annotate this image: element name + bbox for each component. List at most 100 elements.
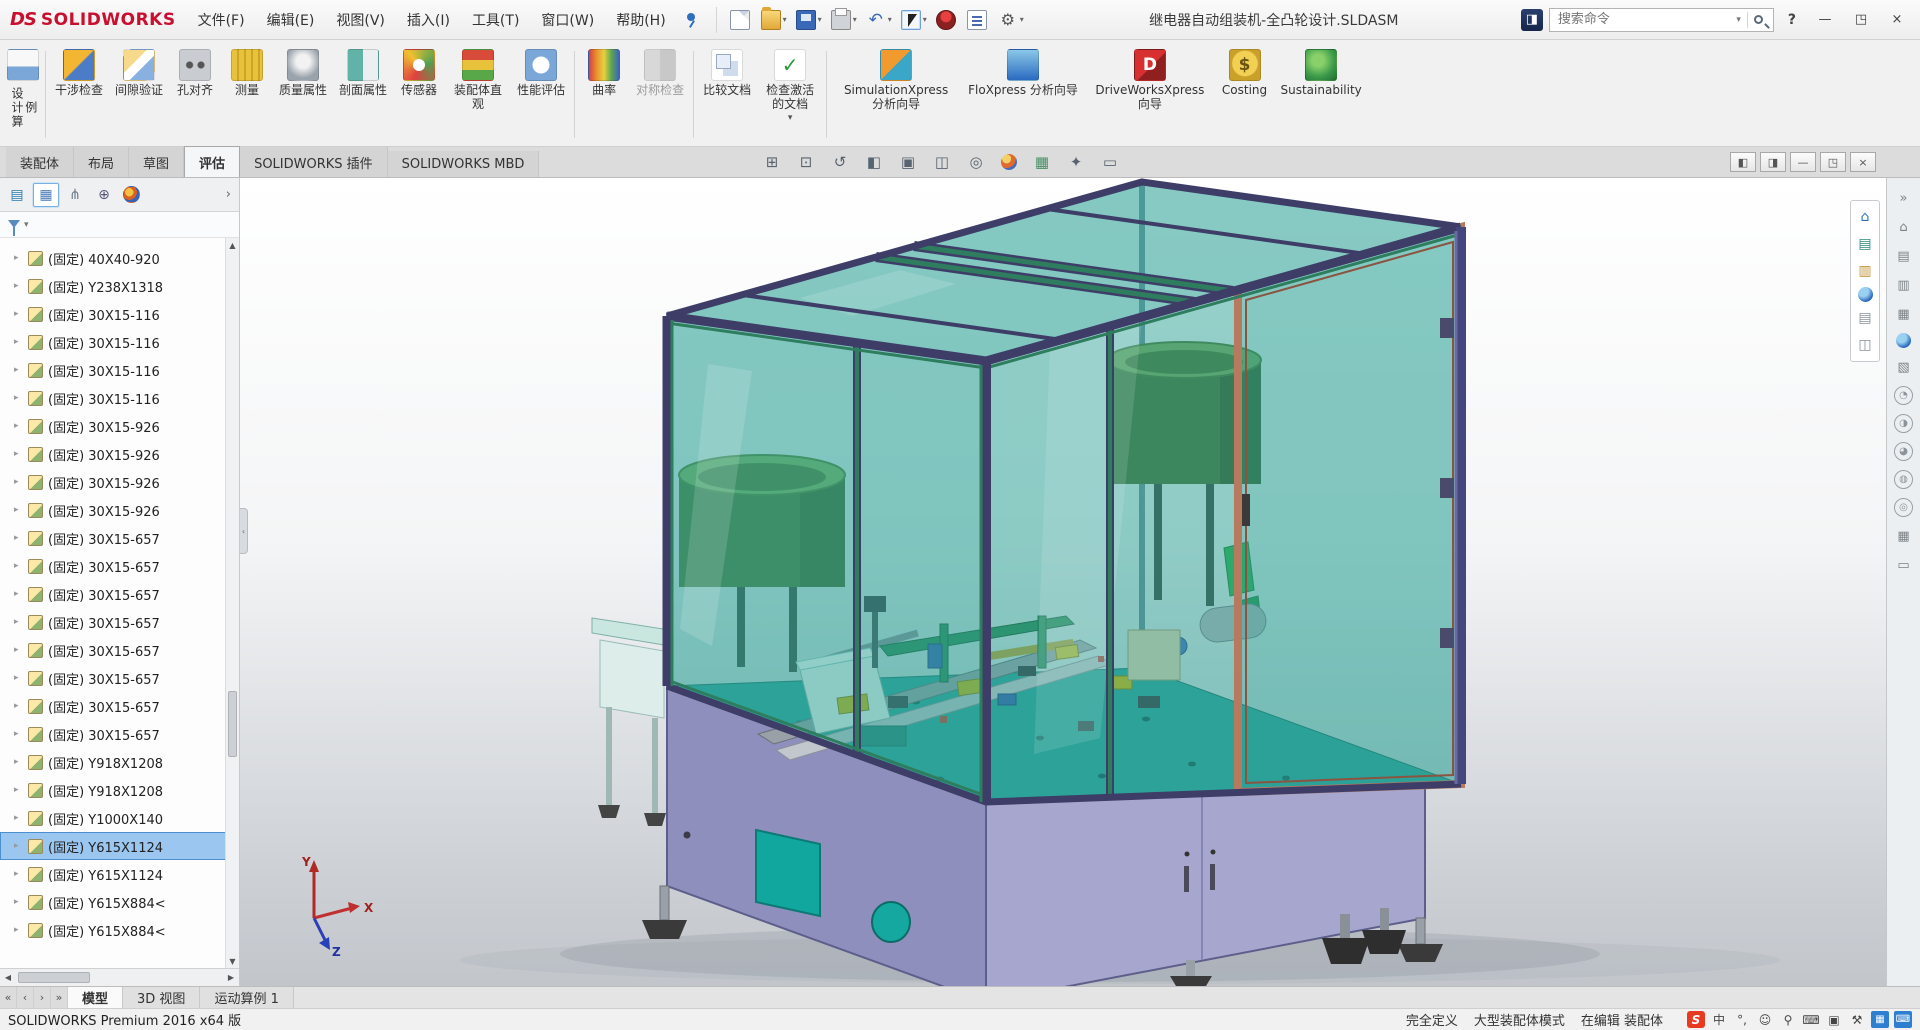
expand-arrow-icon[interactable] [14,897,23,907]
tree-item[interactable]: (固定) Y1000X140 [0,804,239,832]
tree-item[interactable]: (固定) 30X15-926 [0,412,239,440]
expand-arrow-icon[interactable] [14,589,23,599]
view-orientation-icon[interactable]: ▣ [896,151,920,173]
tree-item[interactable]: (固定) 30X15-116 [0,328,239,356]
interference-detection-button[interactable]: 干涉检查 [49,43,109,146]
document-tab[interactable]: 运动算例 1 [200,987,294,1008]
menu-item[interactable]: 插入(I) [397,6,460,34]
expand-arrow-icon[interactable] [14,533,23,543]
file-explorer-icon[interactable]: ▥ [1854,260,1876,282]
custom-properties-icon[interactable]: ▤ [1854,307,1876,329]
tree-item[interactable]: (固定) 30X15-926 [0,496,239,524]
curvature-button[interactable]: 曲率 [578,43,630,146]
menu-item[interactable]: 文件(F) [188,6,255,34]
side-table[interactable] [591,617,671,826]
assembly-visualization-button[interactable]: 装配体直观 [445,43,511,146]
ime-toolbox-icon[interactable]: ⚒ [1848,1011,1866,1028]
filter-caret-icon[interactable]: ▾ [24,220,29,230]
document-close-button[interactable]: × [1850,152,1876,172]
touch-keyboard-icon[interactable]: ⌨ [1894,1011,1912,1028]
view-palette-icon[interactable]: ▦ [1894,304,1914,324]
help-button[interactable]: ? [1780,10,1804,30]
clearance-verification-button[interactable]: 间隙验证 [109,43,169,146]
expand-arrow-icon[interactable] [14,617,23,627]
expand-arrow-icon[interactable] [14,841,23,851]
menu-item[interactable]: 视图(V) [326,6,395,34]
tree-item[interactable]: (固定) Y615X1124 [0,860,239,888]
ribbon-separator[interactable] [826,51,828,138]
tree-item[interactable]: (固定) Y615X884< [0,888,239,916]
tree-item[interactable]: (固定) 30X15-657 [0,524,239,552]
displaymanager-tab[interactable]: ● [123,186,140,203]
hole-alignment-button[interactable]: 孔对齐 [169,43,221,146]
pane-tool-icon[interactable]: ◍ [1894,470,1913,489]
section-view-icon[interactable]: ◧ [862,151,886,173]
print-button[interactable]: ▾ [828,7,860,33]
expand-arrow-icon[interactable] [14,337,23,347]
expand-arrow-icon[interactable] [14,813,23,823]
tree-item[interactable]: (固定) 30X15-657 [0,636,239,664]
tree-item[interactable]: (固定) 30X15-657 [0,552,239,580]
tray-panel-icon[interactable]: ▦ [1871,1011,1889,1028]
app-restore-button[interactable]: ◳ [1846,8,1876,32]
commandmanager-tab[interactable]: 草图 [129,147,185,177]
mass-properties-button[interactable]: 质量属性 [273,43,333,146]
search-input[interactable] [1555,11,1731,28]
expand-arrow-icon[interactable] [14,309,23,319]
expand-arrow-icon[interactable] [14,393,23,403]
apply-scene-icon[interactable]: ▦ [1030,151,1054,173]
ribbon-separator[interactable] [45,51,46,138]
tree-item[interactable]: (固定) 30X15-116 [0,384,239,412]
tree-item[interactable]: (固定) 30X15-657 [0,580,239,608]
search-icon[interactable] [1753,15,1763,24]
expand-arrow-icon[interactable] [14,505,23,515]
file-properties-button[interactable] [964,7,992,33]
design-library-icon[interactable]: ▤ [1854,233,1876,255]
tree-item[interactable]: (固定) 30X15-657 [0,692,239,720]
tree-item[interactable]: (固定) Y615X1124 [0,832,239,860]
expand-arrow-icon[interactable] [14,757,23,767]
measure-button[interactable]: 测量 [221,43,273,146]
driveworksxpress-wizard-button[interactable]: DriveWorksXpress 向导 [1084,43,1216,146]
ime-mode-icon[interactable]: 中 [1710,1011,1728,1028]
commandmanager-tab[interactable]: SOLIDWORKS MBD [387,151,540,177]
menu-item[interactable]: 编辑(E) [257,6,325,34]
ime-screenshot-icon[interactable]: ▣ [1825,1011,1843,1028]
scrollbar-thumb[interactable] [228,690,237,757]
tree-item[interactable]: (固定) 30X15-657 [0,664,239,692]
tree-item[interactable]: (固定) 30X15-657 [0,608,239,636]
save-button[interactable]: ▾ [793,7,825,33]
zoom-fit-icon[interactable]: ⊞ [760,151,784,173]
floxpress-wizard-button[interactable]: FloXpress 分析向导 [962,43,1084,146]
ime-emoji-icon[interactable]: ☺ [1756,1011,1774,1028]
menu-item[interactable]: 工具(T) [462,6,529,34]
panel-expand-icon[interactable]: › [222,187,235,202]
menu-item[interactable]: 窗口(W) [531,6,604,34]
scroll-down-icon[interactable]: ▼ [226,954,239,968]
scrollbar-thumb[interactable] [18,972,90,983]
tree-vertical-scrollbar[interactable]: ▲ ▼ [225,238,239,968]
scroll-left-icon[interactable]: ◀ [0,973,16,982]
rebuild-button[interactable] [933,7,961,33]
home-icon[interactable]: ⌂ [1854,206,1876,228]
tab-scroll-last-icon[interactable]: » [51,987,68,1008]
graphics-area[interactable]: Y X Z ‹ ⌂ ▤ ▥ ● ▤ ◫ [240,178,1886,986]
ribbon-separator[interactable] [693,51,695,138]
expand-arrow-icon[interactable] [14,785,23,795]
view-settings-icon[interactable]: ✦ [1064,151,1088,173]
scroll-right-icon[interactable]: ▶ [223,973,239,982]
expand-arrow-icon[interactable] [14,925,23,935]
tree-horizontal-scrollbar[interactable]: ◀ ▶ [0,968,239,986]
ime-keyboard-icon[interactable]: ⌨ [1802,1011,1820,1028]
tab-scroll-first-icon[interactable]: « [0,987,17,1008]
sogou-icon[interactable]: S [1687,1011,1705,1028]
tree-item[interactable]: (固定) Y238X1318 [0,272,239,300]
sensor-button[interactable]: 传感器 [393,43,445,146]
filter-icon[interactable] [8,219,20,236]
tree-item[interactable]: (固定) 30X15-926 [0,440,239,468]
screen-icon[interactable]: ▭ [1894,555,1914,575]
pane-tool-icon[interactable]: ◑ [1894,414,1913,433]
configurationmanager-tab[interactable]: ⋔ [62,183,88,207]
expand-arrow-icon[interactable] [14,477,23,487]
options-button[interactable]: ⚙ ▾ [995,7,1027,33]
